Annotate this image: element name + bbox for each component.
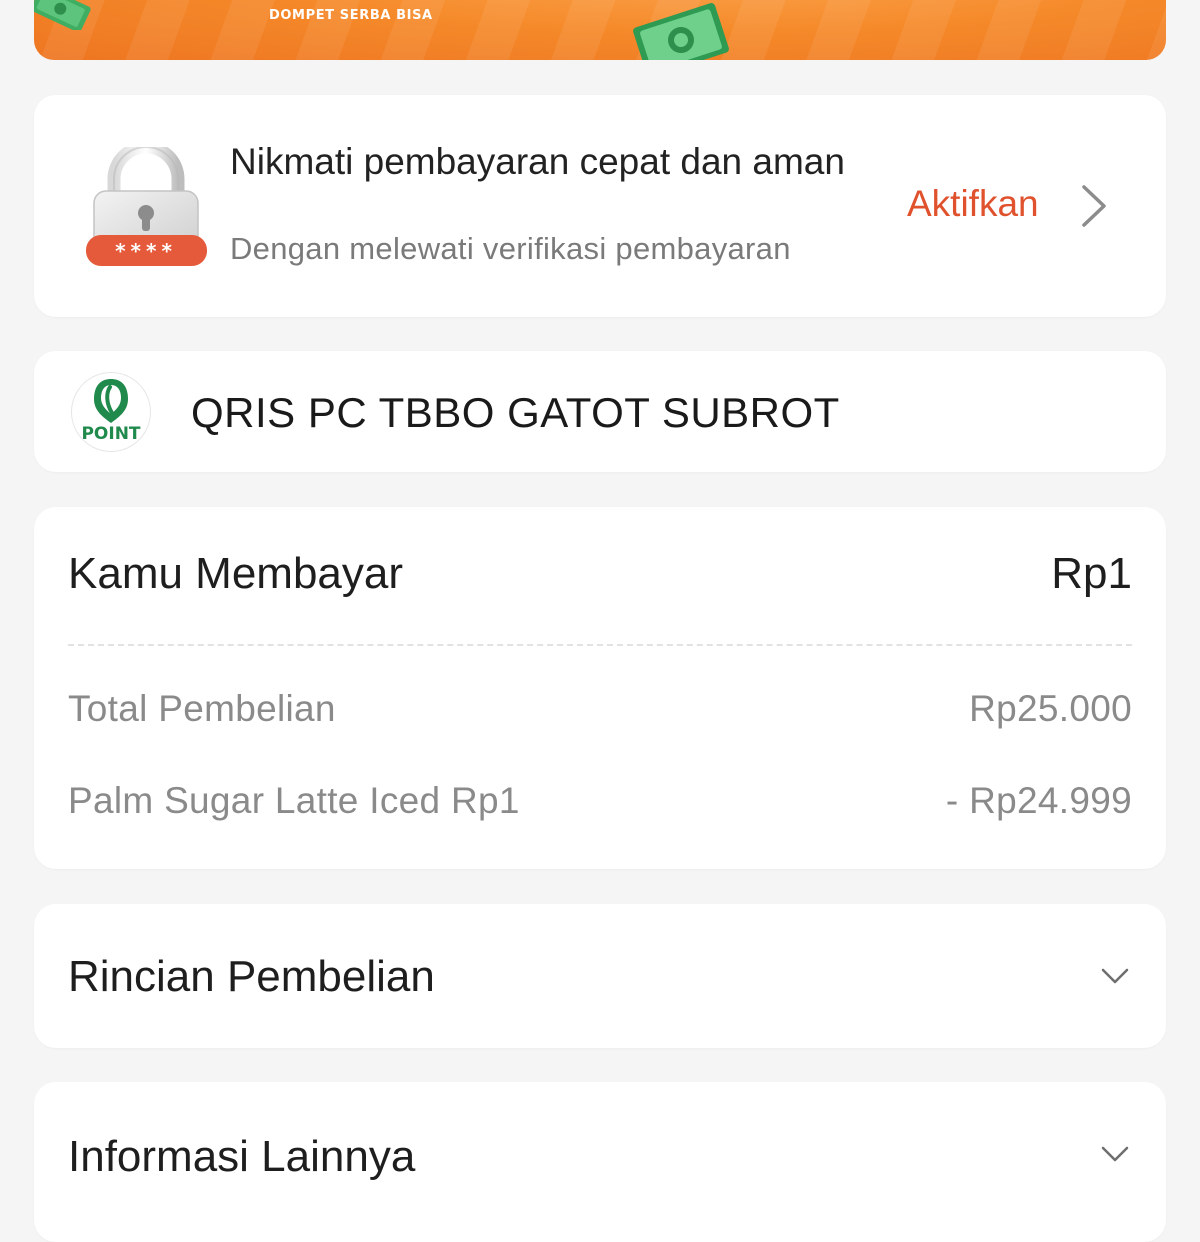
payment-amount: Rp1 xyxy=(1051,549,1132,598)
fast-payment-title: Nikmati pembayaran cepat dan aman xyxy=(230,141,845,182)
purchase-details-section[interactable]: Rincian Pembelian xyxy=(34,904,1166,1048)
chevron-down-icon[interactable] xyxy=(1100,1145,1130,1163)
banner-tagline: DOMPET SERBA BISA xyxy=(269,8,433,23)
other-info-title: Informasi Lainnya xyxy=(68,1132,416,1181)
money-bill-icon xyxy=(34,0,91,30)
pin-mask-text: **** xyxy=(115,239,177,263)
merchant-logo: POINT xyxy=(72,373,150,451)
merchant-logo-text: POINT xyxy=(81,424,140,444)
activate-button[interactable]: Aktifkan xyxy=(907,183,1039,225)
merchant-name: QRIS PC TBBO GATOT SUBROT xyxy=(191,389,840,436)
dashed-divider xyxy=(68,644,1132,646)
money-bill-icon xyxy=(633,3,729,60)
merchant-card: POINT QRIS PC TBBO GATOT SUBROT xyxy=(34,351,1166,472)
fast-payment-subtitle: Dengan melewati verifikasi pembayaran xyxy=(230,231,791,266)
other-info-section[interactable]: Informasi Lainnya xyxy=(34,1082,1166,1242)
total-purchase-value: Rp25.000 xyxy=(969,688,1132,729)
chevron-right-icon[interactable] xyxy=(1078,183,1110,229)
purchase-details-title: Rincian Pembelian xyxy=(68,952,435,1001)
lock-icon: **** xyxy=(86,147,207,266)
fast-payment-card[interactable]: **** Nikmati pembayaran cepat dan aman D… xyxy=(34,95,1166,317)
discount-label: Palm Sugar Latte Iced Rp1 xyxy=(68,780,520,821)
banner-rays-decoration xyxy=(34,0,1166,60)
chevron-down-icon[interactable] xyxy=(1100,967,1130,985)
promo-banner[interactable]: DOMPET SERBA BISA xyxy=(34,0,1166,60)
total-purchase-label: Total Pembelian xyxy=(68,688,336,729)
payment-summary-card: Kamu Membayar Rp1 Total Pembelian Rp25.0… xyxy=(34,507,1166,869)
discount-value: - Rp24.999 xyxy=(945,780,1132,821)
coffee-bean-icon: POINT xyxy=(81,379,141,444)
payment-label: Kamu Membayar xyxy=(68,549,404,598)
